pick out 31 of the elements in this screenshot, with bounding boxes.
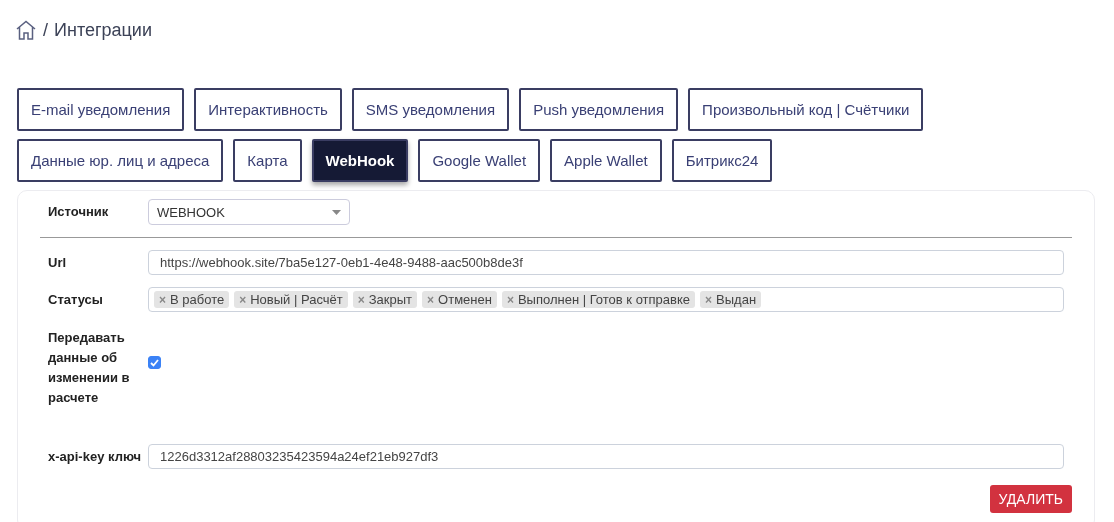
api-key-field[interactable]: 1226d3312af28803235423594a24ef21eb927df3 bbox=[148, 444, 1064, 469]
tag-label: Выдан bbox=[716, 292, 757, 307]
tag-label: Выполнен | Готов к отправке bbox=[517, 292, 691, 307]
tab[interactable]: Битрикс24 bbox=[671, 139, 773, 182]
tab[interactable]: SMS уведомления bbox=[351, 88, 510, 131]
tab[interactable]: Интерактивность bbox=[194, 88, 342, 131]
field-label: Источник bbox=[48, 203, 110, 221]
delete-button[interactable]: УДАЛИТЬ bbox=[989, 485, 1072, 513]
tab[interactable]: Push уведомления bbox=[519, 88, 679, 131]
tab[interactable]: Произвольный код | Счётчики bbox=[688, 88, 924, 131]
tag-label: В работе bbox=[170, 292, 225, 307]
field-label: Url bbox=[48, 253, 68, 272]
breadcrumb-separator: / bbox=[43, 19, 48, 41]
field-label: x-api-key ключ bbox=[48, 447, 143, 466]
tag-label: Закрыт bbox=[368, 292, 413, 307]
page-title: Интеграции bbox=[54, 19, 152, 41]
tag-label: Новый | Расчёт bbox=[250, 292, 343, 307]
checkbox[interactable] bbox=[148, 356, 161, 369]
tag-label: Отменен bbox=[438, 292, 492, 307]
caret-icon bbox=[332, 209, 341, 215]
source-select[interactable]: WEBHOOK bbox=[148, 199, 350, 225]
tab[interactable]: E-mail уведомления bbox=[17, 88, 185, 131]
field-label: Передавать данные об изменении в расчете bbox=[48, 329, 131, 407]
tab[interactable]: Данные юр. лиц и адреса bbox=[17, 139, 224, 182]
home-icon[interactable] bbox=[15, 20, 37, 40]
field-label: Статусы bbox=[48, 290, 104, 309]
tab[interactable]: Google Wallet bbox=[418, 139, 541, 182]
tab[interactable]: WebHook bbox=[311, 139, 409, 182]
tab[interactable]: Карта bbox=[233, 139, 302, 182]
url-field[interactable]: https://webhook.site/7ba5e127-0eb1-4e48-9488-aac500b8de3f bbox=[148, 250, 1064, 275]
tab[interactable]: Apple Wallet bbox=[550, 139, 662, 182]
